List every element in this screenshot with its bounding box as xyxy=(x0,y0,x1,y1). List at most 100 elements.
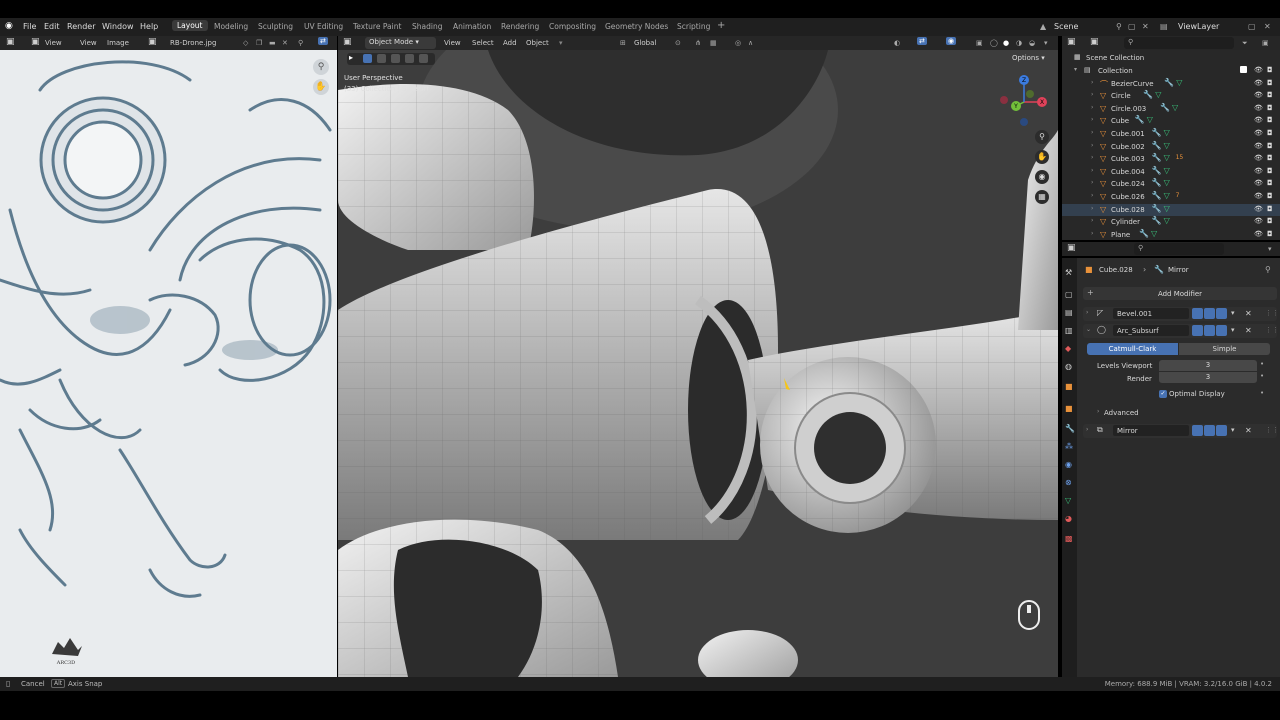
outliner-item[interactable]: › ▽ Circle.003 🔧 ▽ 👁 ◘ xyxy=(1062,103,1280,116)
snap-icon[interactable]: ⋔ xyxy=(695,39,701,47)
expand-icon[interactable]: › xyxy=(1091,154,1093,161)
camera-icon[interactable]: ◘ xyxy=(1267,167,1273,175)
tab-uv-editing[interactable]: UV Editing xyxy=(304,22,343,31)
render-toggle-icon[interactable] xyxy=(1216,308,1227,319)
tab-texture-paint[interactable]: Texture Paint xyxy=(353,22,401,31)
constraints-tab-icon[interactable]: ⊗ xyxy=(1065,478,1074,487)
mesh-data-icon[interactable]: ▽ xyxy=(1164,216,1170,225)
render-tab-icon[interactable]: ▢ xyxy=(1065,290,1074,299)
delete-modifier-icon[interactable]: ✕ xyxy=(1245,326,1252,335)
image-name[interactable]: RB-Drone.jpg xyxy=(170,39,216,47)
render-toggle-icon[interactable] xyxy=(1216,325,1227,336)
outliner-item[interactable]: › ▽ Cube.001 🔧 ▽ 👁 ◘ xyxy=(1062,128,1280,141)
pin-icon[interactable]: ⚲ xyxy=(1265,265,1271,274)
eye-icon[interactable]: 👁 xyxy=(1254,91,1263,99)
camera-icon[interactable]: ◘ xyxy=(1267,205,1273,213)
camera-icon[interactable]: ◘ xyxy=(1267,142,1273,150)
select-mode-intersect-icon[interactable] xyxy=(419,54,428,63)
object-tab-icon[interactable]: ■ xyxy=(1065,404,1074,413)
tab-rendering[interactable]: Rendering xyxy=(501,22,539,31)
select-box-tool-icon[interactable]: ▸ xyxy=(349,53,353,62)
mesh-data-icon[interactable]: ▽ xyxy=(1176,78,1182,87)
mesh-data-icon[interactable]: ▽ xyxy=(1155,90,1161,99)
eye-icon[interactable]: 👁 xyxy=(1254,167,1263,175)
shading-options-icon[interactable]: ▾ xyxy=(1044,39,1048,47)
grid-icon[interactable]: ▦ xyxy=(1035,190,1049,204)
modifier-mirror[interactable]: › ⧉ Mirror ▾ ✕ ⋮⋮ xyxy=(1083,424,1279,438)
duplicate-icon[interactable]: ❐ xyxy=(256,39,262,47)
collapse-icon[interactable]: ⌄ xyxy=(1086,326,1091,333)
editor-type-icon[interactable]: ▣ xyxy=(6,37,15,47)
world-tab-icon[interactable]: ◍ xyxy=(1065,362,1074,371)
mesh-data-icon[interactable]: ▽ xyxy=(1164,178,1170,187)
sync-icon[interactable]: ⇄ xyxy=(318,37,328,45)
editor-type-icon[interactable]: ▣ xyxy=(1067,243,1076,253)
add-modifier-button[interactable]: + Add Modifier xyxy=(1083,287,1277,300)
eye-icon[interactable]: 👁 xyxy=(1254,154,1263,162)
xray-icon[interactable]: ▣ xyxy=(976,39,983,47)
pin-icon[interactable]: ⚲ xyxy=(1116,22,1122,31)
mesh-data-icon[interactable]: ▽ xyxy=(1151,229,1157,238)
proportional-edit-icon[interactable]: ◎ xyxy=(735,39,741,47)
drag-handle-icon[interactable]: ⋮⋮ xyxy=(1265,309,1279,317)
wrench-icon[interactable]: 🔧 xyxy=(1152,178,1162,187)
options-icon[interactable]: ▾ xyxy=(1268,245,1272,253)
advanced-panel-toggle[interactable]: Advanced xyxy=(1104,409,1139,417)
expand-icon[interactable]: ▾ xyxy=(1074,66,1077,73)
tab-modeling[interactable]: Modeling xyxy=(214,22,248,31)
rendered-shading-icon[interactable]: ◒ xyxy=(1029,39,1035,47)
outliner-item[interactable]: › ▽ Cube.024 🔧 ▽ 👁 ◘ xyxy=(1062,178,1280,191)
outliner-item[interactable]: › ▽ Plane 🔧 ▽ 👁 ◘ xyxy=(1062,229,1280,242)
editor-type-icon[interactable]: ▣ xyxy=(343,37,352,47)
new-collection-icon[interactable]: ▣ xyxy=(1262,39,1269,47)
scene-tab-icon[interactable]: ◆ xyxy=(1065,344,1074,353)
transform-orientation-dropdown[interactable]: Global xyxy=(634,39,656,47)
camera-icon[interactable]: ◘ xyxy=(1267,116,1273,124)
outliner-item[interactable]: › ▽ Cube.003 🔧 ▽ 15 👁 ◘ xyxy=(1062,153,1280,166)
viewport-menu-select[interactable]: Select xyxy=(472,39,494,47)
dropdown-arrow-icon[interactable]: ▾ xyxy=(1231,326,1235,334)
keyframe-dot-icon[interactable]: • xyxy=(1260,372,1264,380)
camera-icon[interactable]: ◉ xyxy=(1035,170,1049,184)
material-shading-icon[interactable]: ◑ xyxy=(1016,39,1022,47)
camera-icon[interactable]: ◘ xyxy=(1267,91,1273,99)
keyframe-dot-icon[interactable]: • xyxy=(1260,360,1264,368)
expand-icon[interactable]: › xyxy=(1086,426,1088,433)
tab-scripting[interactable]: Scripting xyxy=(677,22,710,31)
3d-viewport[interactable]: ▸ User Perspective (33) Collection | Sub… xyxy=(338,50,1058,677)
camera-icon[interactable]: ◘ xyxy=(1267,154,1273,162)
viewport-menu-object[interactable]: Object xyxy=(526,39,549,47)
wrench-icon[interactable]: 🔧 xyxy=(1152,204,1162,213)
eye-icon[interactable]: 👁 xyxy=(1254,217,1263,225)
pin-icon[interactable]: ⚲ xyxy=(298,39,303,47)
object-mode-dropdown[interactable]: Object Mode ▾ xyxy=(365,37,436,49)
pivot-icon[interactable]: ⊙ xyxy=(675,39,681,47)
properties-search-input[interactable]: ⚲ xyxy=(1134,243,1224,255)
texture-tab-icon[interactable]: ▩ xyxy=(1065,534,1074,543)
eye-icon[interactable]: 👁 xyxy=(1254,129,1263,137)
eye-icon[interactable]: 👁 xyxy=(1254,66,1263,74)
view-layer-name[interactable]: ViewLayer xyxy=(1178,22,1219,31)
delete-scene-icon[interactable]: ✕ xyxy=(1142,22,1149,31)
menu-edit[interactable]: Edit xyxy=(44,22,60,31)
drag-handle-icon[interactable]: ⋮⋮ xyxy=(1265,426,1279,434)
dropdown-arrow-icon[interactable]: ▾ xyxy=(559,39,563,47)
optimal-display-checkbox[interactable]: ✓ xyxy=(1159,390,1167,398)
camera-icon[interactable]: ◘ xyxy=(1267,230,1273,238)
tab-animation[interactable]: Animation xyxy=(453,22,491,31)
delete-modifier-icon[interactable]: ✕ xyxy=(1245,309,1252,318)
expand-icon[interactable]: › xyxy=(1091,104,1093,111)
delete-view-layer-icon[interactable]: ✕ xyxy=(1264,22,1271,31)
particles-tab-icon[interactable]: ⁂ xyxy=(1065,442,1074,451)
expand-icon[interactable]: › xyxy=(1091,167,1093,174)
mesh-data-icon[interactable]: ▽ xyxy=(1164,191,1170,200)
wrench-icon[interactable]: 🔧 xyxy=(1152,191,1162,200)
eye-icon[interactable]: 👁 xyxy=(1254,142,1263,150)
camera-icon[interactable]: ◘ xyxy=(1267,129,1273,137)
shield-icon[interactable]: ◇ xyxy=(243,39,248,47)
camera-icon[interactable]: ◘ xyxy=(1267,179,1273,187)
camera-icon[interactable]: ◘ xyxy=(1267,79,1273,87)
display-mode-icon[interactable]: ▣ xyxy=(1090,37,1099,47)
tab-layout[interactable]: Layout xyxy=(172,20,208,31)
outliner-item[interactable]: › ▽ Cube.004 🔧 ▽ 👁 ◘ xyxy=(1062,166,1280,179)
